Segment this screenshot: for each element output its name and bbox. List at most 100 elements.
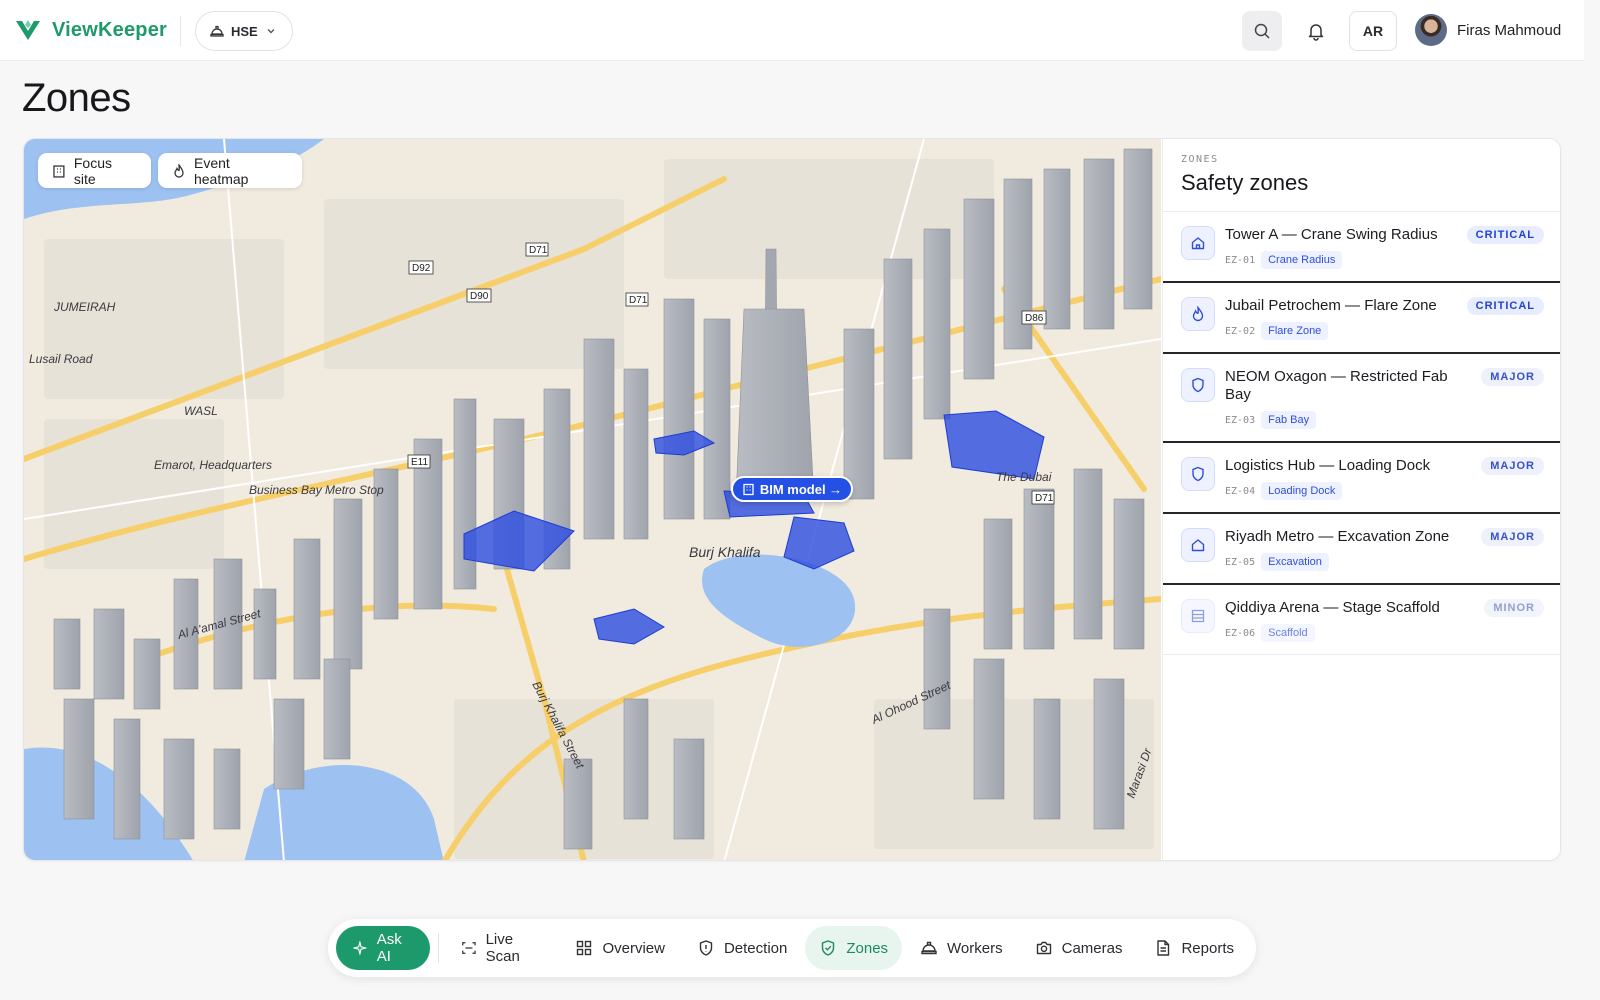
zones-panel: ZONES Safety zones Tower A — Crane Swing… bbox=[1162, 139, 1560, 860]
zone-tag: Crane Radius bbox=[1261, 251, 1343, 269]
zone-code: EZ-01 bbox=[1225, 254, 1256, 266]
map-view[interactable]: D71 D90 D92 D86 E11 D71 D71 Emarot, Head… bbox=[24, 139, 1161, 860]
bim-model-label: BIM model → bbox=[759, 481, 843, 497]
severity-badge: MAJOR bbox=[1481, 457, 1544, 475]
hardhat-icon bbox=[210, 25, 224, 37]
zone-tag: Flare Zone bbox=[1261, 322, 1329, 340]
shield-check-icon bbox=[822, 940, 835, 956]
bottom-nav: Ask AI Live Scan Overview Detection Zone… bbox=[328, 919, 1256, 977]
shield-icon bbox=[1181, 457, 1215, 491]
nav-workers[interactable]: Workers bbox=[906, 926, 1017, 970]
zone-code: EZ-05 bbox=[1225, 556, 1256, 568]
nav-zones-label: Zones bbox=[846, 939, 889, 957]
nav-workers-label: Workers bbox=[947, 939, 1003, 957]
road-shield: D86 bbox=[1021, 310, 1047, 325]
flame-icon bbox=[174, 163, 184, 178]
nav-reports[interactable]: Reports bbox=[1140, 926, 1248, 970]
nav-divider bbox=[437, 933, 439, 963]
map-label: Lusail Road bbox=[29, 352, 93, 366]
notifications-button[interactable] bbox=[1296, 11, 1336, 51]
severity-badge: CRITICAL bbox=[1466, 226, 1544, 244]
search-icon bbox=[1254, 23, 1270, 39]
zone-code: EZ-03 bbox=[1225, 414, 1256, 426]
svg-text:D92: D92 bbox=[412, 263, 431, 274]
map-label: Business Bay Metro Stop bbox=[249, 483, 384, 497]
zone-item-ez-04[interactable]: Logistics Hub — Loading Dock EZ-04 Loadin… bbox=[1163, 443, 1560, 514]
zone-tag: Loading Dock bbox=[1261, 482, 1343, 500]
map-label: The Dubai bbox=[996, 470, 1052, 484]
svg-text:D90: D90 bbox=[470, 291, 489, 302]
panel-kicker: ZONES bbox=[1181, 154, 1219, 165]
road-shield: D92 bbox=[408, 260, 434, 275]
grid-icon bbox=[577, 940, 592, 956]
zone-tag: Fab Bay bbox=[1261, 411, 1317, 429]
bim-model-button[interactable]: BIM model → bbox=[731, 476, 853, 502]
nav-overview[interactable]: Overview bbox=[561, 926, 679, 970]
shield-icon bbox=[1181, 368, 1215, 402]
shield-alert-icon bbox=[699, 940, 713, 956]
event-heatmap-button[interactable]: Event heatmap bbox=[158, 153, 302, 188]
ask-ai-label: Ask AI bbox=[376, 931, 402, 965]
home-icon bbox=[1181, 226, 1215, 260]
road-shield: D71 bbox=[525, 242, 549, 257]
building-icon bbox=[53, 164, 65, 178]
event-heatmap-label: Event heatmap bbox=[193, 154, 249, 187]
zone-name: Jubail Petrochem — Flare Zone bbox=[1225, 297, 1437, 314]
road-shield: E11 bbox=[407, 454, 431, 469]
building-icon bbox=[743, 483, 754, 495]
bell-icon bbox=[1308, 24, 1324, 41]
document-icon bbox=[1157, 940, 1170, 956]
scaffold-icon bbox=[1181, 599, 1215, 633]
nav-cameras[interactable]: Cameras bbox=[1021, 926, 1137, 970]
nav-overview-label: Overview bbox=[602, 939, 665, 957]
scan-icon bbox=[461, 942, 476, 954]
focus-site-button[interactable]: Focus site bbox=[38, 153, 151, 188]
zone-name: NEOM Oxagon — Restricted Fab Bay bbox=[1225, 368, 1448, 403]
hardhat-icon bbox=[921, 941, 937, 955]
language-toggle[interactable]: AR bbox=[1349, 11, 1397, 51]
zone-name: Logistics Hub — Loading Dock bbox=[1225, 457, 1431, 474]
svg-text:E11: E11 bbox=[411, 457, 428, 468]
top-bar: ViewKeeper HSE AR Firas Mahmoud bbox=[0, 0, 1584, 61]
focus-site-label: Focus site bbox=[73, 154, 112, 187]
flame-icon bbox=[1181, 297, 1215, 331]
zone-name: Riyadh Metro — Excavation Zone bbox=[1225, 528, 1450, 545]
zone-code: EZ-02 bbox=[1225, 325, 1256, 337]
panel-header: ZONES Safety zones bbox=[1163, 139, 1560, 212]
zone-item-ez-02[interactable]: Jubail Petrochem — Flare Zone EZ-02 Flare… bbox=[1163, 283, 1560, 354]
user-name: Firas Mahmoud bbox=[1457, 21, 1562, 39]
home-icon bbox=[1181, 528, 1215, 562]
header-divider bbox=[180, 16, 181, 46]
nav-detection[interactable]: Detection bbox=[683, 926, 801, 970]
nav-live-scan[interactable]: Live Scan bbox=[447, 926, 558, 970]
zone-item-ez-01[interactable]: Tower A — Crane Swing Radius EZ-01 Crane … bbox=[1163, 212, 1560, 283]
severity-badge: MAJOR bbox=[1481, 528, 1544, 546]
search-button[interactable] bbox=[1242, 11, 1282, 51]
org-selector[interactable]: HSE bbox=[195, 11, 293, 51]
org-label: HSE bbox=[231, 23, 258, 39]
svg-text:D71: D71 bbox=[629, 295, 648, 306]
severity-badge: CRITICAL bbox=[1466, 297, 1544, 315]
svg-text:D71: D71 bbox=[1035, 493, 1054, 504]
map-label: Emarot, Headquarters bbox=[154, 458, 272, 472]
nav-cameras-label: Cameras bbox=[1061, 939, 1123, 957]
nav-live-scan-label: Live Scan bbox=[485, 931, 520, 965]
zone-item-ez-05[interactable]: Riyadh Metro — Excavation Zone EZ-05 Exca… bbox=[1163, 514, 1560, 585]
zone-code: EZ-06 bbox=[1225, 627, 1256, 639]
ask-ai-button[interactable]: Ask AI bbox=[336, 926, 430, 970]
svg-text:D86: D86 bbox=[1025, 313, 1044, 324]
zone-item-ez-03[interactable]: NEOM Oxagon — Restricted Fab Bay EZ-03 Fa… bbox=[1163, 354, 1560, 443]
svg-text:D71: D71 bbox=[529, 245, 548, 256]
nav-zones[interactable]: Zones bbox=[805, 926, 903, 970]
sparkle-icon bbox=[353, 941, 367, 955]
map-canvas: D71 D90 D92 D86 E11 D71 D71 Emarot, Head… bbox=[24, 139, 1161, 860]
zone-name: Tower A — Crane Swing Radius bbox=[1225, 226, 1438, 243]
user-menu[interactable]: Firas Mahmoud bbox=[1415, 14, 1561, 46]
zone-item-ez-06[interactable]: Qiddiya Arena — Stage Scaffold EZ-06 Scaf… bbox=[1163, 585, 1560, 655]
brand[interactable]: ViewKeeper bbox=[14, 16, 167, 44]
map-label: JUMEIRAH bbox=[53, 300, 116, 314]
chevron-down-icon bbox=[267, 29, 275, 34]
zones-card: D71 D90 D92 D86 E11 D71 D71 Emarot, Head… bbox=[23, 138, 1561, 861]
zone-code: EZ-04 bbox=[1225, 485, 1256, 497]
severity-badge: MINOR bbox=[1484, 599, 1544, 617]
